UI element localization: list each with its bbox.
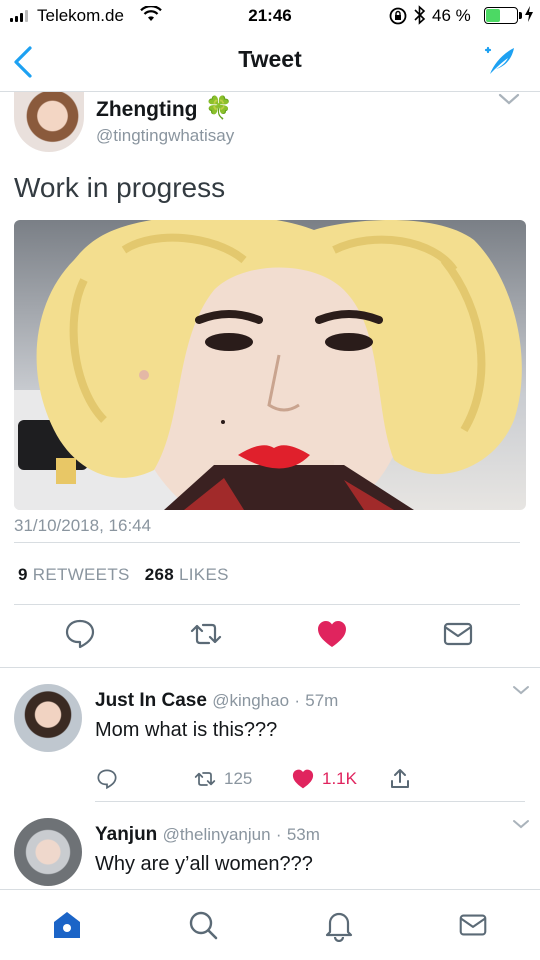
author-name[interactable]: Zhengting <box>96 98 197 122</box>
reply-text: Why are y’all women??? <box>95 853 313 875</box>
bluetooth-icon <box>414 5 426 30</box>
reply-author-name[interactable]: Yanjun <box>95 824 157 845</box>
battery-percent: 46 % <box>432 6 471 25</box>
nav-bar: Tweet <box>0 32 540 92</box>
likes-stat[interactable]: 268 LIKES <box>145 565 229 584</box>
tweet-actions <box>0 616 540 656</box>
tweet-timestamp: 31/10/2018, 16:44 <box>14 516 152 535</box>
dot-separator: · <box>275 825 282 844</box>
reply-icon <box>97 769 117 790</box>
home-icon <box>54 912 80 938</box>
avatar[interactable] <box>14 684 82 752</box>
dot-separator: · <box>294 691 300 710</box>
reply-author-handle[interactable]: @kinghao <box>212 691 289 710</box>
share-dm-button[interactable] <box>440 616 476 652</box>
divider <box>0 667 540 668</box>
author-handle[interactable]: @tingtingwhatisay <box>96 126 234 146</box>
retweet-button[interactable] <box>188 616 224 652</box>
avatar[interactable] <box>14 92 84 152</box>
reply-icon <box>65 619 95 649</box>
likes-count: 268 <box>144 565 174 584</box>
like-button[interactable] <box>314 616 350 652</box>
likes-label: LIKES <box>179 565 229 584</box>
status-bar: Telekom.de 21:46 46 % <box>0 0 540 32</box>
reply-actions: 125 1.1K <box>0 766 540 794</box>
like-count: 1.1K <box>322 769 357 788</box>
tab-search[interactable] <box>186 908 220 942</box>
tweet-photo[interactable] <box>14 220 526 510</box>
tab-messages[interactable] <box>456 908 490 942</box>
envelope-icon <box>459 914 487 936</box>
chevron-down-icon[interactable] <box>498 92 520 106</box>
tab-home[interactable] <box>50 908 84 942</box>
tab-notifications[interactable] <box>322 908 356 943</box>
divider <box>14 604 520 605</box>
charging-icon <box>524 5 534 26</box>
retweets-label: RETWEETS <box>32 565 130 584</box>
share-button[interactable] <box>388 766 412 792</box>
tab-bar <box>0 889 540 960</box>
retweets-count: 9 <box>18 565 28 584</box>
reply-button[interactable] <box>95 766 119 792</box>
tweet-stats: 9 RETWEETS 268 LIKES <box>18 565 229 585</box>
search-icon <box>189 911 218 940</box>
retweet-count: 125 <box>224 769 253 788</box>
bell-icon <box>325 912 353 943</box>
battery-tip <box>519 12 522 19</box>
retweet-icon <box>190 623 222 645</box>
reply-button[interactable] <box>62 616 98 652</box>
heart-filled-icon <box>292 769 314 789</box>
orientation-lock-icon <box>388 6 408 31</box>
like-button[interactable]: 1.1K <box>290 766 357 792</box>
divider <box>95 801 525 802</box>
chevron-down-icon[interactable] <box>512 818 530 830</box>
reply-header: Yanjun @thelinyanjun · 53m <box>95 824 320 846</box>
reply-time: 57m <box>305 691 339 710</box>
avatar[interactable] <box>14 818 82 886</box>
reply-author-name[interactable]: Just In Case <box>95 690 207 711</box>
retweet-icon <box>194 772 216 786</box>
reply-time: 53m <box>286 825 320 844</box>
retweets-stat[interactable]: 9 RETWEETS <box>18 565 130 584</box>
divider <box>14 542 520 543</box>
clover-icon: 🍀 <box>205 95 233 120</box>
chevron-down-icon[interactable] <box>512 684 530 696</box>
retweet-button[interactable]: 125 <box>192 766 252 792</box>
battery-icon <box>484 7 518 24</box>
heart-filled-icon <box>318 621 346 647</box>
envelope-icon <box>443 622 473 646</box>
reply-header: Just In Case @kinghao · 57m <box>95 690 338 712</box>
compose-tweet-icon <box>484 46 514 74</box>
tweet-text: Work in progress <box>14 172 226 203</box>
page-title: Tweet <box>238 46 302 72</box>
compose-button[interactable] <box>480 42 520 82</box>
reply-author-handle[interactable]: @thelinyanjun <box>163 825 271 844</box>
share-icon <box>391 769 409 788</box>
reply-text: Mom what is this??? <box>95 719 278 741</box>
